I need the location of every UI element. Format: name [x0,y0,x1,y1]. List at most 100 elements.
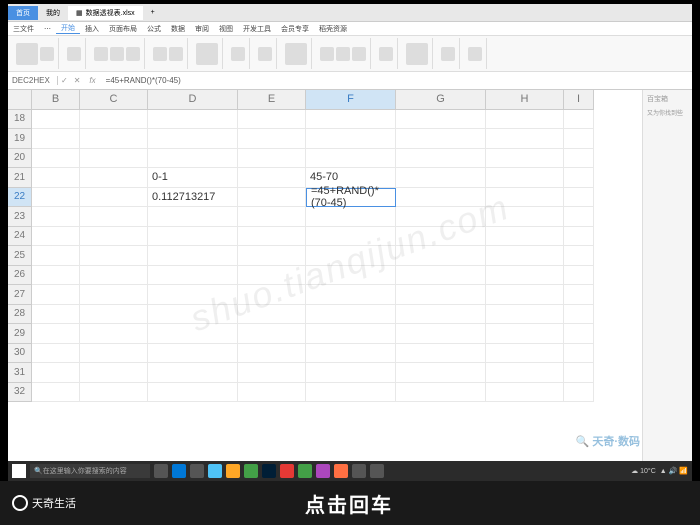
cell-I32[interactable] [564,383,594,403]
autosum-icon[interactable] [320,47,334,61]
cell-I30[interactable] [564,344,594,364]
tab-home[interactable]: 首页 [8,6,38,20]
cell-H31[interactable] [486,363,564,383]
cell-F25[interactable] [306,246,396,266]
col-header-D[interactable]: D [148,90,238,110]
spreadsheet-grid[interactable]: BCDEFGHI181920210-145-70220.112713217=45… [8,90,642,489]
cell-G21[interactable] [396,168,486,188]
taskbar-search[interactable]: 🔍 在这里输入你要搜索的内容 [30,464,150,478]
cell-G27[interactable] [396,285,486,305]
cell-F31[interactable] [306,363,396,383]
cell-H32[interactable] [486,383,564,403]
cell-G25[interactable] [396,246,486,266]
copy-icon[interactable] [40,47,54,61]
ribbon-menu-view[interactable]: 视图 [214,24,238,34]
col-header-H[interactable]: H [486,90,564,110]
cell-I21[interactable] [564,168,594,188]
cell-C21[interactable] [80,168,148,188]
cancel-icon[interactable]: ✕ [71,76,84,85]
col-header-G[interactable]: G [396,90,486,110]
cell-F22[interactable]: =45+RAND()*(70-45) [306,188,396,208]
cell-I29[interactable] [564,324,594,344]
cell-D25[interactable] [148,246,238,266]
underline-icon[interactable] [126,47,140,61]
row-header-24[interactable]: 24 [8,227,32,247]
ribbon-menu-formula[interactable]: 公式 [142,24,166,34]
cell-H21[interactable] [486,168,564,188]
cell-E23[interactable] [238,207,306,227]
cell-C31[interactable] [80,363,148,383]
col-header-F[interactable]: F [306,90,396,110]
col-header-B[interactable]: B [32,90,80,110]
cell-H27[interactable] [486,285,564,305]
col-header-C[interactable]: C [80,90,148,110]
col-header-I[interactable]: I [564,90,594,110]
row-header-28[interactable]: 28 [8,305,32,325]
cell-E32[interactable] [238,383,306,403]
sort-icon[interactable] [336,47,350,61]
cell-I27[interactable] [564,285,594,305]
cell-F18[interactable] [306,110,396,130]
cell-F20[interactable] [306,149,396,169]
table-style-icon[interactable] [468,47,482,61]
select-all-corner[interactable] [8,90,32,110]
cell-F19[interactable] [306,129,396,149]
cell-B30[interactable] [32,344,80,364]
taskbar-app-12[interactable] [352,464,366,478]
cell-F27[interactable] [306,285,396,305]
merge-cells-icon[interactable] [196,43,218,65]
taskbar-app-10[interactable] [316,464,330,478]
cell-I28[interactable] [564,305,594,325]
tab-add[interactable]: + [143,7,163,18]
taskbar-app-1[interactable] [154,464,168,478]
cell-F28[interactable] [306,305,396,325]
cell-B20[interactable] [32,149,80,169]
ribbon-menu-docer[interactable]: 稻壳资源 [314,24,352,34]
wrap-text-icon[interactable] [231,47,245,61]
row-header-26[interactable]: 26 [8,266,32,286]
cell-C23[interactable] [80,207,148,227]
cell-B31[interactable] [32,363,80,383]
row-header-23[interactable]: 23 [8,207,32,227]
cell-C25[interactable] [80,246,148,266]
cell-F29[interactable] [306,324,396,344]
cell-D29[interactable] [148,324,238,344]
name-box[interactable]: DEC2HEX [8,76,58,85]
row-header-19[interactable]: 19 [8,129,32,149]
cell-G24[interactable] [396,227,486,247]
row-header-30[interactable]: 30 [8,344,32,364]
align-center-icon[interactable] [169,47,183,61]
format-brush-icon[interactable] [67,47,81,61]
tab-myhome[interactable]: 我的 [38,6,68,20]
cell-D24[interactable] [148,227,238,247]
cell-H22[interactable] [486,188,564,208]
cell-G18[interactable] [396,110,486,130]
cell-B19[interactable] [32,129,80,149]
cell-B22[interactable] [32,188,80,208]
cell-G30[interactable] [396,344,486,364]
cell-C26[interactable] [80,266,148,286]
ribbon-menu-layout[interactable]: 页面布局 [104,24,142,34]
taskbar-app-8[interactable] [280,464,294,478]
row-header-22[interactable]: 22 [8,188,32,208]
cell-C24[interactable] [80,227,148,247]
row-header-25[interactable]: 25 [8,246,32,266]
cell-E20[interactable] [238,149,306,169]
fill-icon[interactable] [379,47,393,61]
cell-I19[interactable] [564,129,594,149]
cell-C18[interactable] [80,110,148,130]
cell-H24[interactable] [486,227,564,247]
cell-F32[interactable] [306,383,396,403]
cell-G31[interactable] [396,363,486,383]
taskbar-app-3[interactable] [190,464,204,478]
bold-icon[interactable] [94,47,108,61]
cell-H25[interactable] [486,246,564,266]
tray-icons[interactable]: ▲ 🔊 📶 [660,467,688,475]
cell-D28[interactable] [148,305,238,325]
fx-icon[interactable]: fx [83,76,101,85]
row-header-27[interactable]: 27 [8,285,32,305]
tab-file[interactable]: ▦数据透视表.xlsx [68,6,143,20]
align-left-icon[interactable] [153,47,167,61]
cell-H18[interactable] [486,110,564,130]
ribbon-menu-member[interactable]: 会员专享 [276,24,314,34]
